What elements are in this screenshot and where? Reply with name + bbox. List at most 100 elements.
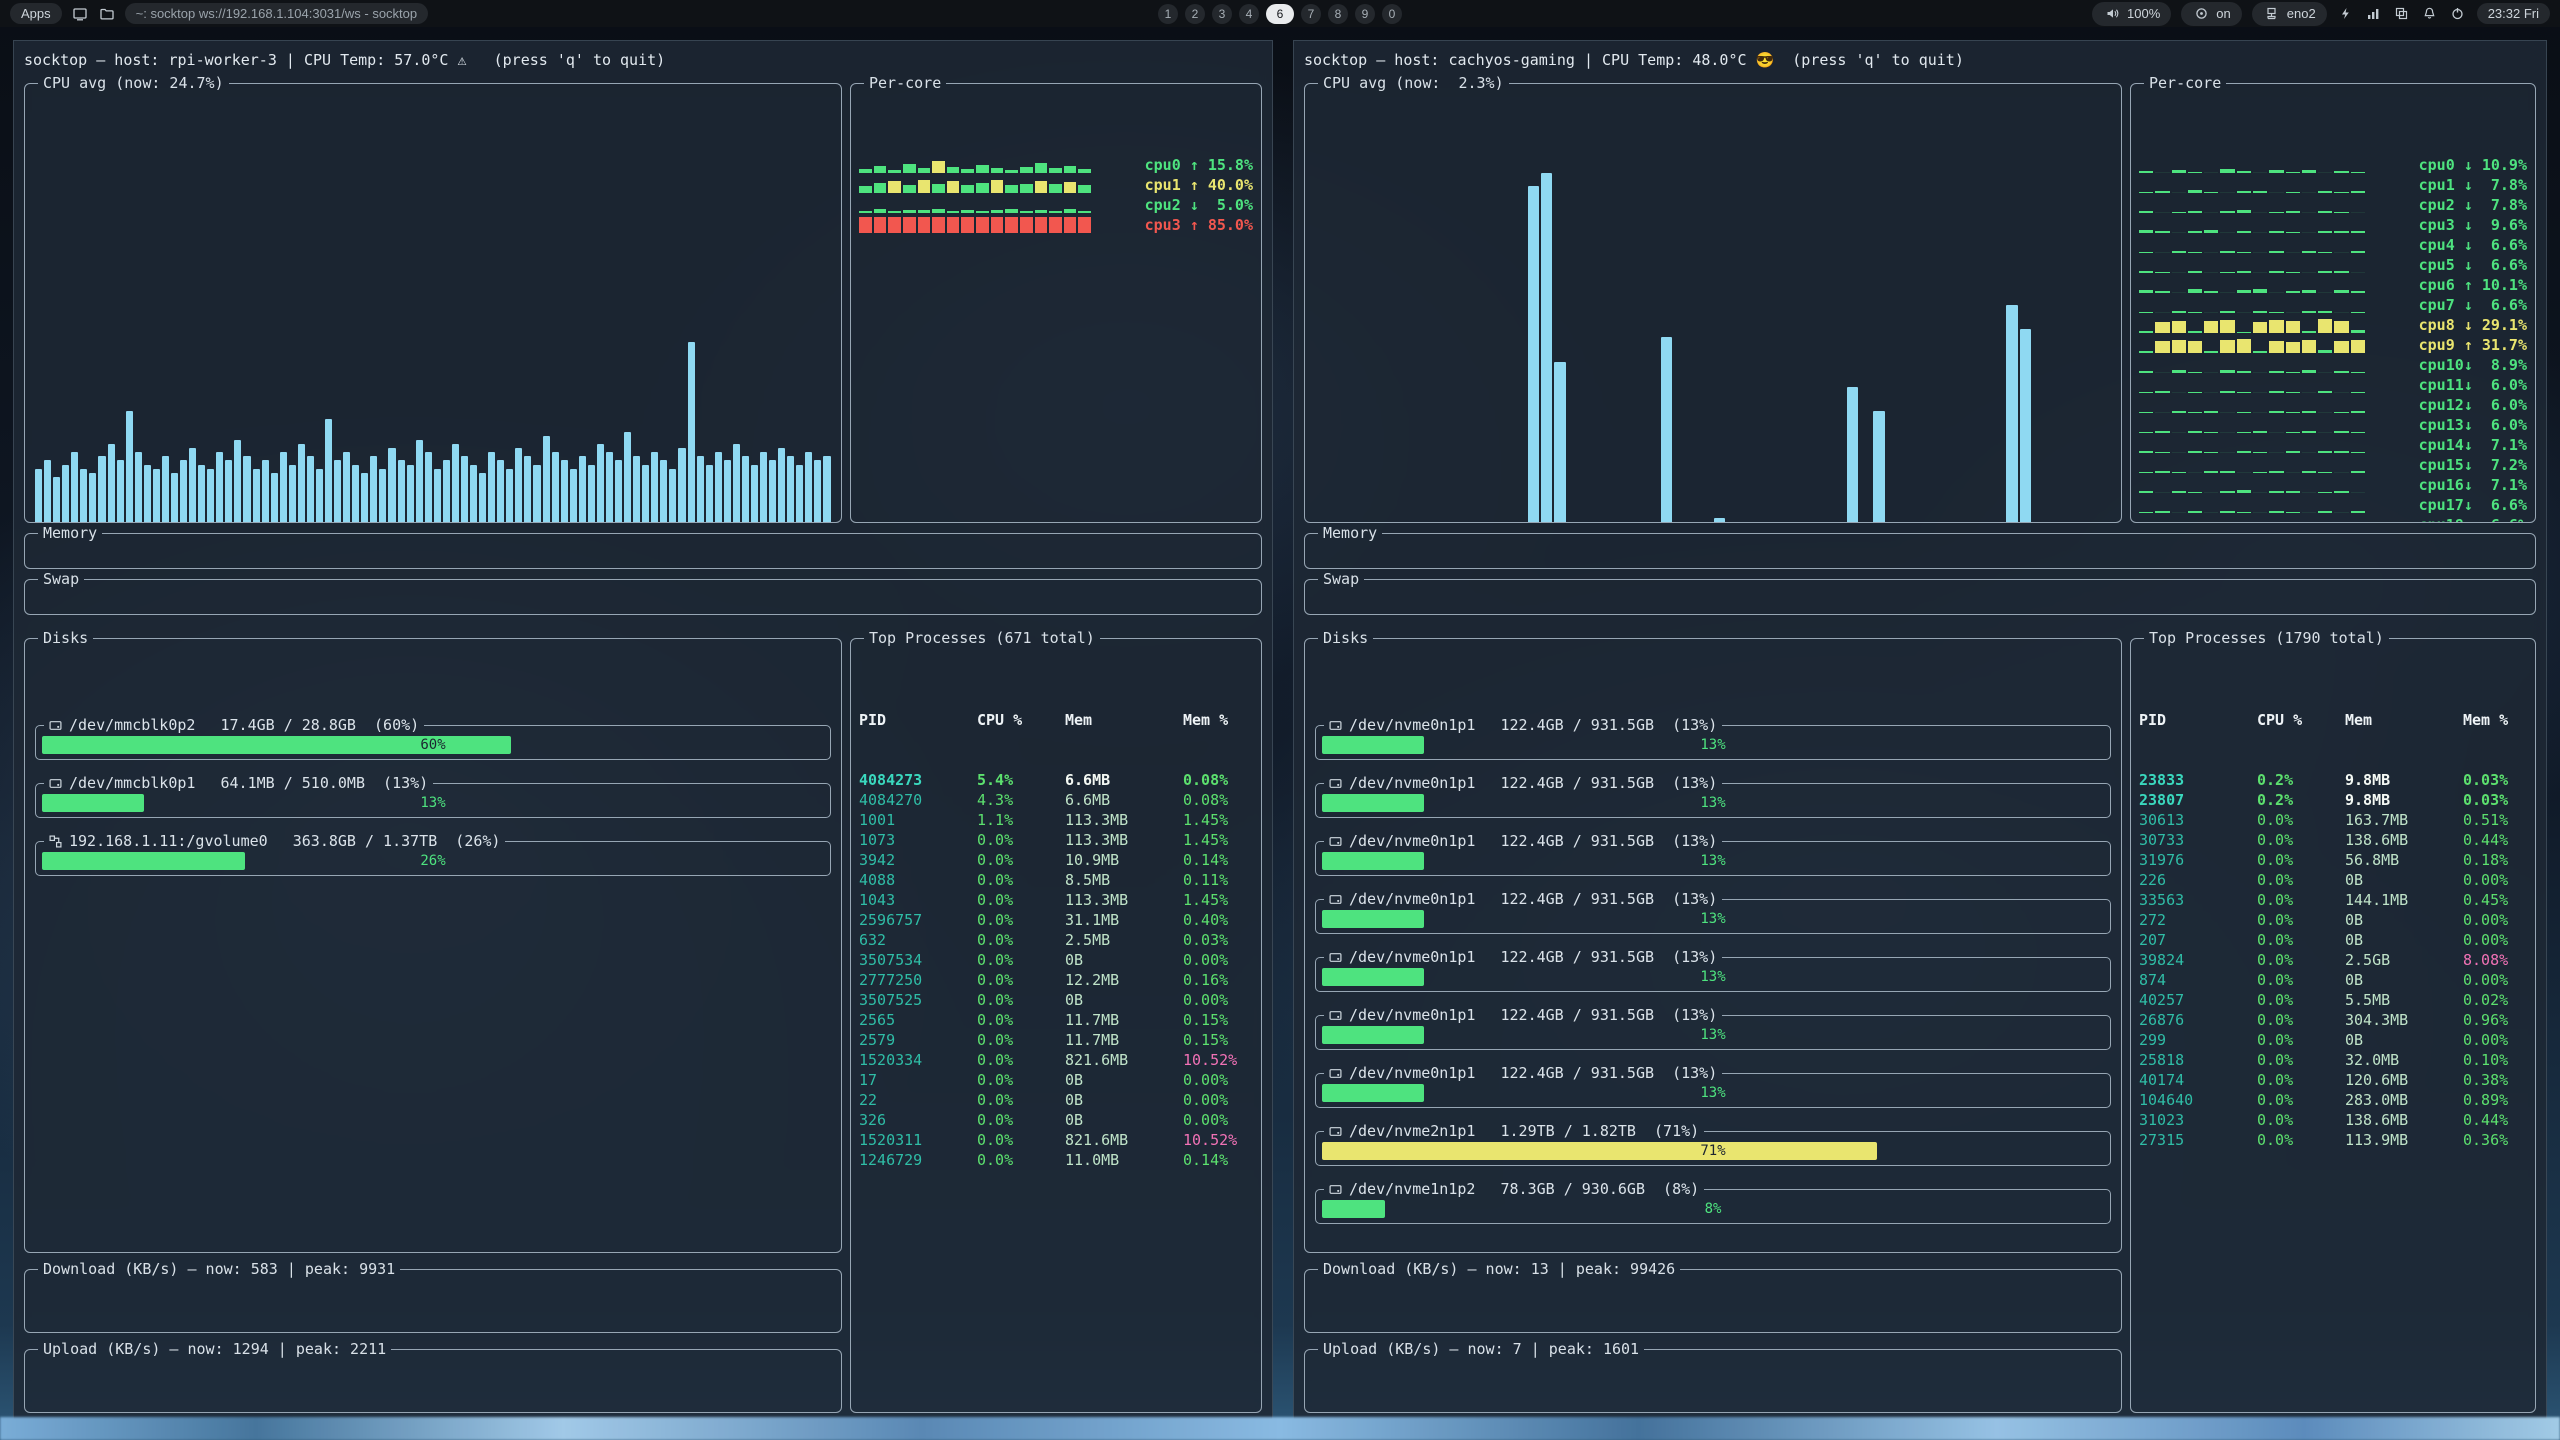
process-row[interactable]: 220.0%0B0.00% bbox=[859, 1090, 1253, 1110]
proc-cpu: 0.0% bbox=[2257, 970, 2345, 990]
process-row[interactable]: 15203340.0%821.6MB10.52% bbox=[859, 1050, 1253, 1070]
volume-indicator[interactable]: 100% bbox=[2092, 2, 2171, 26]
spark-bar bbox=[2188, 312, 2202, 313]
process-row[interactable]: 40842704.3%6.6MB0.08% bbox=[859, 790, 1253, 810]
process-row[interactable]: 307330.0%138.6MB0.44% bbox=[2139, 830, 2527, 850]
workspace-button-1[interactable]: 1 bbox=[1158, 4, 1178, 24]
chart-icon[interactable] bbox=[2365, 5, 2383, 23]
proc-mem: 0B bbox=[2345, 1030, 2463, 1050]
graph-bar bbox=[543, 436, 550, 523]
process-row[interactable]: 398240.0%2.5GB8.08% bbox=[2139, 950, 2527, 970]
process-row[interactable]: 238330.2%9.8MB0.03% bbox=[2139, 770, 2527, 790]
process-row[interactable]: 2070.0%0B0.00% bbox=[2139, 930, 2527, 950]
disk-icon bbox=[1329, 951, 1342, 964]
workspace-button-4[interactable]: 4 bbox=[1239, 4, 1259, 24]
process-row[interactable]: 335630.0%144.1MB0.45% bbox=[2139, 890, 2527, 910]
workspace-button-6[interactable]: 6 bbox=[1266, 4, 1294, 24]
bell-icon[interactable] bbox=[2421, 5, 2439, 23]
disk-title: /dev/nvme0n1p1 122.4GB / 931.5GB (13%) bbox=[1324, 773, 1722, 793]
workspace-button-8[interactable]: 8 bbox=[1328, 4, 1348, 24]
process-row[interactable]: 268760.0%304.3MB0.96% bbox=[2139, 1010, 2527, 1030]
spark-bar bbox=[2220, 340, 2234, 353]
network-indicator[interactable]: eno2 bbox=[2252, 2, 2327, 26]
terminal-window-cachyos-gaming[interactable]: socktop — host: cachyos-gaming | CPU Tem… bbox=[1293, 40, 2547, 1420]
per-core-row: cpu10↓ 8.9% bbox=[2139, 355, 2527, 375]
workspace-button-2[interactable]: 2 bbox=[1185, 4, 1205, 24]
spark-bar bbox=[2318, 211, 2332, 213]
power-icon[interactable] bbox=[2449, 5, 2467, 23]
process-row[interactable]: 25650.0%11.7MB0.15% bbox=[859, 1010, 1253, 1030]
process-row[interactable]: 2720.0%0B0.00% bbox=[2139, 910, 2527, 930]
process-row[interactable]: 2990.0%0B0.00% bbox=[2139, 1030, 2527, 1050]
spark-bar bbox=[2172, 392, 2186, 393]
process-row[interactable]: 310230.0%138.6MB0.44% bbox=[2139, 1110, 2527, 1130]
process-row[interactable]: 306130.0%163.7MB0.51% bbox=[2139, 810, 2527, 830]
process-row[interactable]: 39420.0%10.9MB0.14% bbox=[859, 850, 1253, 870]
disk-usage-label: 13% bbox=[1322, 852, 2104, 870]
graph-bar bbox=[688, 342, 695, 524]
process-row[interactable]: 10011.1%113.3MB1.45% bbox=[859, 810, 1253, 830]
process-row[interactable]: 15203110.0%821.6MB10.52% bbox=[859, 1130, 1253, 1150]
spark-bar bbox=[2188, 431, 2202, 433]
proc-mem: 12.2MB bbox=[1065, 970, 1183, 990]
process-row[interactable]: 273150.0%113.9MB0.36% bbox=[2139, 1130, 2527, 1150]
terminal-window-rpi-worker-3[interactable]: socktop — host: rpi-worker-3 | CPU Temp:… bbox=[13, 40, 1273, 1420]
graph-bar bbox=[769, 460, 776, 523]
layers-icon[interactable] bbox=[2393, 5, 2411, 23]
proc-cpu: 0.0% bbox=[2257, 830, 2345, 850]
graph-bar bbox=[108, 444, 115, 523]
workspace-button-3[interactable]: 3 bbox=[1212, 4, 1232, 24]
process-row[interactable]: 8740.0%0B0.00% bbox=[2139, 970, 2527, 990]
process-row[interactable]: 1046400.0%283.0MB0.89% bbox=[2139, 1090, 2527, 1110]
spark-bar bbox=[1064, 166, 1077, 173]
process-row[interactable]: 10430.0%113.3MB1.45% bbox=[859, 890, 1253, 910]
process-row[interactable]: 2260.0%0B0.00% bbox=[2139, 870, 2527, 890]
graph-bar bbox=[416, 440, 423, 523]
workspace-button-7[interactable]: 7 bbox=[1301, 4, 1321, 24]
spark-bar bbox=[2139, 331, 2153, 333]
toggle-indicator[interactable]: on bbox=[2181, 2, 2241, 26]
disk-size: 122.4GB / 931.5GB (13%) bbox=[1482, 715, 1717, 735]
spark-bar bbox=[1035, 210, 1048, 213]
clock[interactable]: 23:32 Fri bbox=[2477, 3, 2550, 24]
process-row[interactable]: 402570.0%5.5MB0.02% bbox=[2139, 990, 2527, 1010]
col-mem: Mem bbox=[2345, 710, 2463, 730]
terminal-icon[interactable] bbox=[71, 5, 89, 23]
proc-cpu: 0.0% bbox=[2257, 1130, 2345, 1150]
process-row[interactable]: 25790.0%11.7MB0.15% bbox=[859, 1030, 1253, 1050]
workspace-button-0[interactable]: 0 bbox=[1382, 4, 1402, 24]
toggle-icon bbox=[2192, 5, 2210, 23]
core-label: cpu6 ↑ 10.1% bbox=[2375, 275, 2527, 295]
spark-bar bbox=[2269, 292, 2283, 293]
process-row[interactable]: 10730.0%113.3MB1.45% bbox=[859, 830, 1253, 850]
process-row[interactable]: 258180.0%32.0MB0.10% bbox=[2139, 1050, 2527, 1070]
disk-entry: /dev/mmcblk0p2 17.4GB / 28.8GB (60%)60% bbox=[35, 715, 831, 760]
process-row[interactable]: 35075340.0%0B0.00% bbox=[859, 950, 1253, 970]
proc-cpu: 0.0% bbox=[977, 1050, 1065, 1070]
focused-window-title[interactable]: ~: socktop ws://192.168.1.104:3031/ws - … bbox=[125, 3, 428, 24]
process-row[interactable]: 6320.0%2.5MB0.03% bbox=[859, 930, 1253, 950]
disk-entry: 192.168.1.11:/gvolume0 363.8GB / 1.37TB … bbox=[35, 831, 831, 876]
lower-section: Disks /dev/nvme0n1p1 122.4GB / 931.5GB (… bbox=[1304, 628, 2536, 1413]
process-row[interactable]: 12467290.0%11.0MB0.14% bbox=[859, 1150, 1253, 1170]
proc-mempct: 0.51% bbox=[2463, 810, 2527, 830]
process-row[interactable]: 401740.0%120.6MB0.38% bbox=[2139, 1070, 2527, 1090]
process-row[interactable]: 40842735.4%6.6MB0.08% bbox=[859, 770, 1253, 790]
process-row[interactable]: 27772500.0%12.2MB0.16% bbox=[859, 970, 1253, 990]
process-row[interactable]: 238070.2%9.8MB0.03% bbox=[2139, 790, 2527, 810]
spark-bar bbox=[1049, 168, 1062, 173]
apps-button[interactable]: Apps bbox=[10, 3, 62, 24]
process-row[interactable]: 25967570.0%31.1MB0.40% bbox=[859, 910, 1253, 930]
spark-bar bbox=[2334, 312, 2348, 313]
core-sparkline bbox=[2139, 437, 2365, 453]
process-row[interactable]: 3260.0%0B0.00% bbox=[859, 1110, 1253, 1130]
bolt-icon[interactable] bbox=[2337, 5, 2355, 23]
workspace-button-9[interactable]: 9 bbox=[1355, 4, 1375, 24]
spark-bar bbox=[888, 217, 901, 233]
process-row[interactable]: 35075250.0%0B0.00% bbox=[859, 990, 1253, 1010]
files-icon[interactable] bbox=[98, 5, 116, 23]
process-row[interactable]: 319760.0%56.8MB0.18% bbox=[2139, 850, 2527, 870]
process-row[interactable]: 40880.0%8.5MB0.11% bbox=[859, 870, 1253, 890]
process-row[interactable]: 170.0%0B0.00% bbox=[859, 1070, 1253, 1090]
disk-usage-label: 13% bbox=[1322, 1084, 2104, 1102]
